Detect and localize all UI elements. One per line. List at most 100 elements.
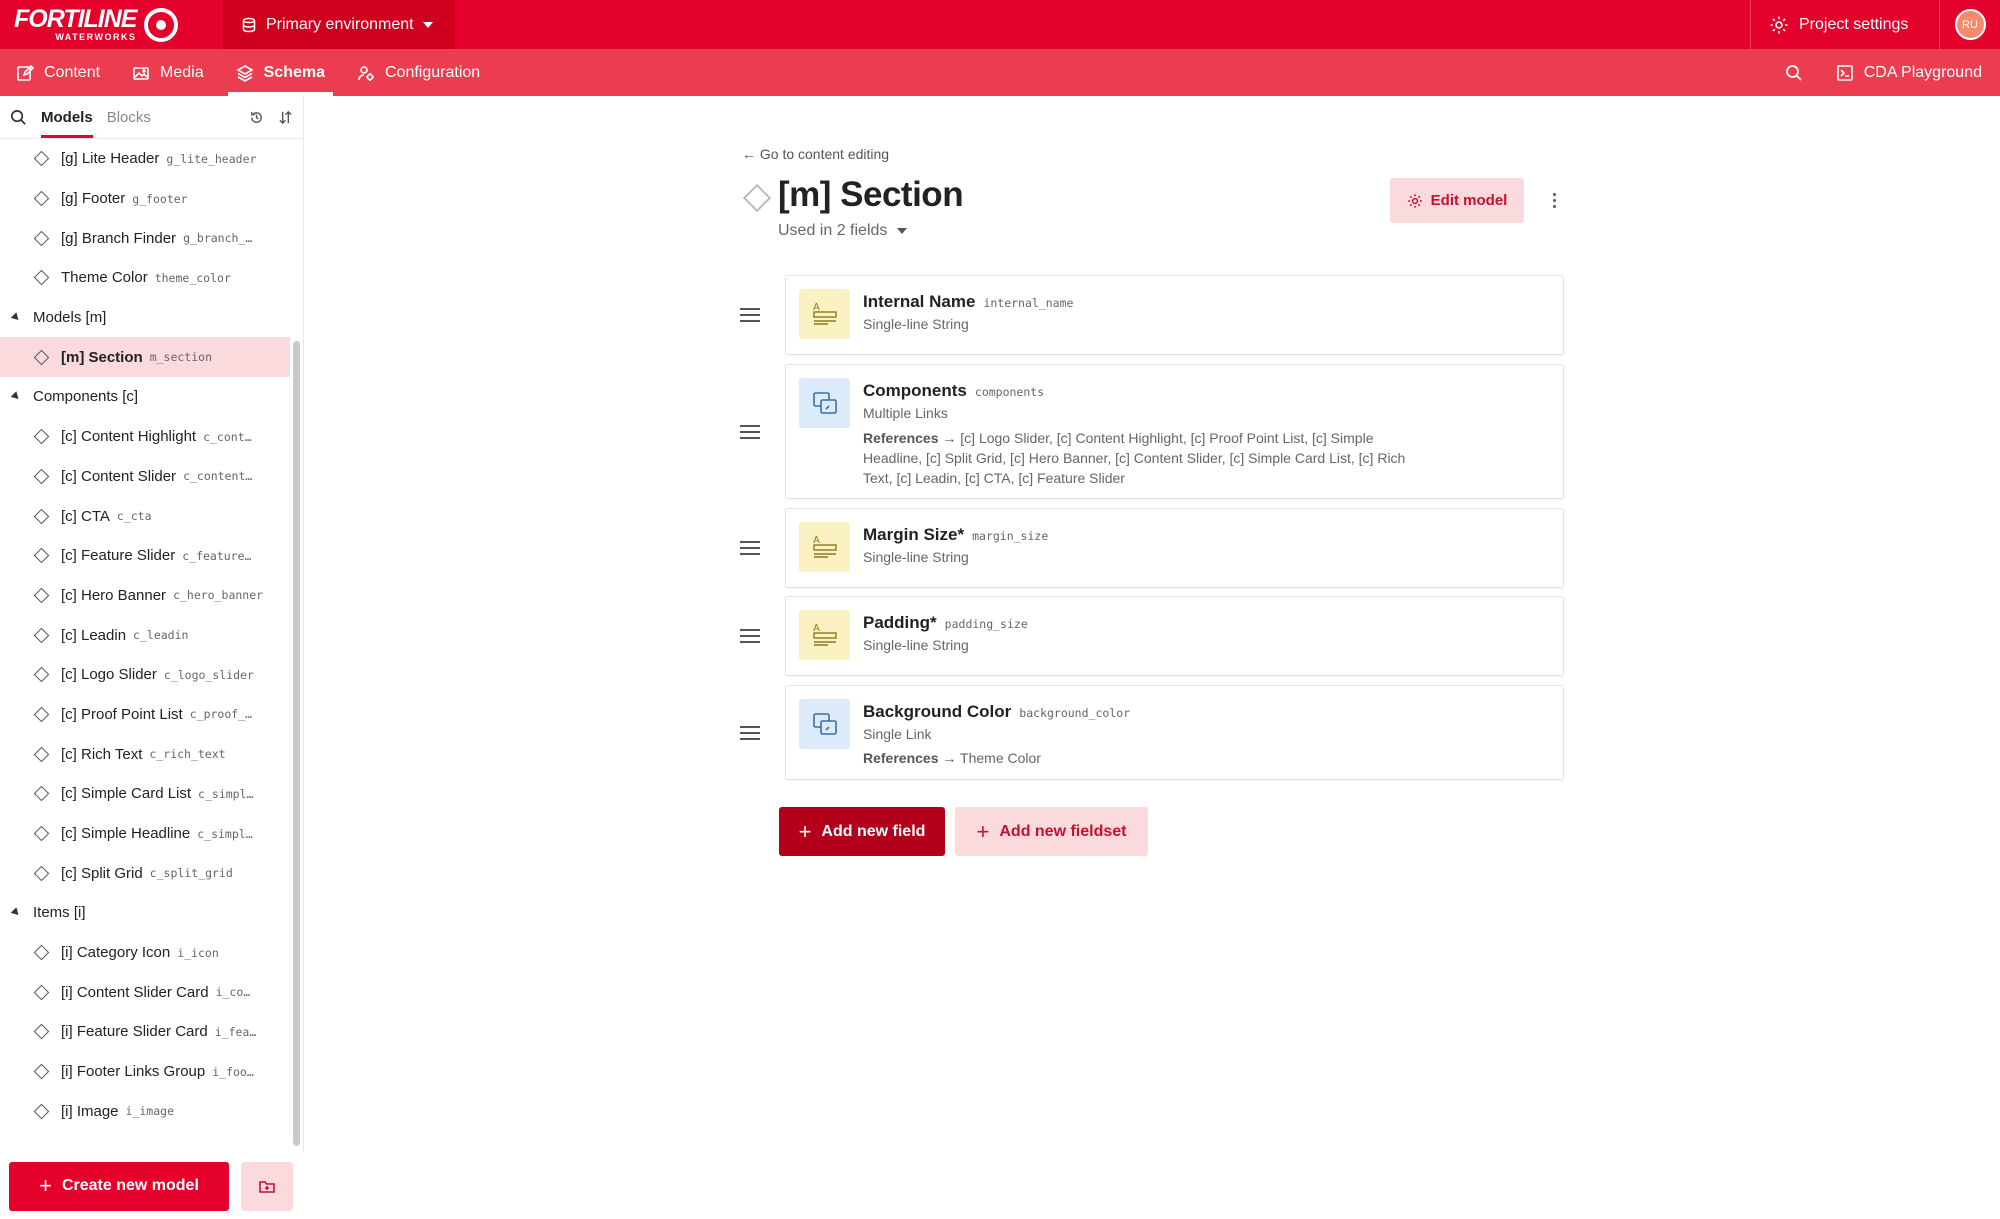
model-diamond-icon [33, 190, 50, 207]
model-diamond-icon [33, 349, 50, 366]
edit-model-button[interactable]: Edit model [1390, 178, 1524, 223]
field-card[interactable]: Components components Multiple Links Refere… [785, 364, 1564, 499]
project-settings-label: Project settings [1799, 15, 1909, 33]
tab-models[interactable]: Models [41, 97, 93, 138]
tree-group[interactable]: Models [m] [0, 298, 290, 338]
collapse-triangle-icon [10, 312, 22, 323]
sidebar-item-model[interactable]: [c] Split Grid c_split_grid [0, 853, 290, 893]
tree-group[interactable]: Items [i] [0, 893, 290, 933]
field-card[interactable]: A Padding* padding_size Single-line String [785, 596, 1564, 676]
field-card[interactable]: Background Color background_color Single L… [785, 685, 1564, 780]
sidebar-item-model[interactable]: [g] Footer g_footer [0, 179, 290, 219]
field-type: Single-line String [863, 549, 969, 565]
model-tree: [g] Lite Header g_lite_header [g] Footer g_… [0, 139, 290, 1159]
drag-handle-icon[interactable] [740, 725, 760, 740]
search-icon [1785, 64, 1802, 81]
tree-item-api-key: c_feature… [182, 548, 252, 563]
tab-content[interactable]: Content [0, 49, 116, 96]
edit-icon [17, 64, 34, 81]
model-diamond-icon [33, 1024, 50, 1040]
sidebar-item-model[interactable]: [c] Simple Headline c_simpl… [0, 814, 290, 854]
link-field-icon [799, 378, 850, 428]
sidebar-item-model[interactable]: [c] Proof Point List c_proof_… [0, 695, 290, 735]
tree-group[interactable]: Components [c] [0, 377, 290, 417]
field-api-key: margin_size [972, 529, 1049, 543]
sidebar-item-model[interactable]: [i] Content Slider Card i_co… [0, 972, 290, 1012]
sidebar-item-model[interactable]: [c] Logo Slider c_logo_slider [0, 655, 290, 695]
model-diamond-icon [33, 984, 50, 1001]
tree-item-label: [g] Footer [61, 190, 126, 208]
sidebar-item-model[interactable]: [i] Category Icon i_icon [0, 933, 290, 973]
sidebar-item-model[interactable]: [i] Footer Links Group i_foo… [0, 1052, 290, 1092]
history-button[interactable] [249, 110, 264, 125]
field-references: References → Theme Color [863, 748, 1413, 768]
field-type: Single-line String [863, 637, 969, 653]
image-icon [133, 66, 149, 80]
project-settings-button[interactable]: Project settings [1750, 0, 1940, 49]
playground-icon [1836, 64, 1853, 81]
sidebar-item-model[interactable]: [c] Rich Text c_rich_text [0, 734, 290, 774]
sidebar-item-model[interactable]: [c] Content Slider c_content… [0, 457, 290, 497]
global-search-button[interactable] [1766, 64, 1822, 82]
tree-item-api-key: m_section [149, 350, 212, 365]
used-in-dropdown[interactable]: Used in 2 fields [778, 222, 908, 240]
sidebar-item-model[interactable]: [g] Branch Finder g_branch_… [0, 218, 290, 258]
sidebar-item-model[interactable]: [m] Section m_section [0, 337, 290, 378]
drag-handle-icon[interactable] [740, 541, 760, 555]
field-card[interactable]: A Margin Size* margin_size Single-line Stri… [785, 508, 1564, 588]
field-type: Single Link [863, 726, 932, 742]
field-card[interactable]: A Internal Name internal_name Single-line S… [785, 275, 1564, 355]
new-folder-button[interactable] [241, 1161, 293, 1211]
sidebar-item-model[interactable]: [c] Content Highlight c_cont… [0, 417, 290, 457]
logo-subtitle: WATERWORKS [55, 32, 137, 42]
drag-handle-icon[interactable] [740, 308, 760, 322]
tree-item-api-key: c_cta [116, 509, 152, 524]
model-diamond-icon [33, 667, 50, 683]
sidebar-item-model[interactable]: [c] CTA c_cta [0, 496, 290, 536]
config-icon [358, 65, 374, 81]
model-diamond-icon [33, 508, 50, 524]
tab-media[interactable]: Media [116, 49, 220, 96]
model-diamond-icon [33, 825, 50, 842]
sidebar-item-model[interactable]: [c] Simple Card List c_simpl… [0, 774, 290, 814]
main-nav: Content Media Schema Configuration CDA P… [0, 49, 2000, 96]
sidebar-item-model[interactable]: [c] Hero Banner c_hero_banner [0, 576, 290, 616]
add-field-button[interactable]: + Add new field [779, 807, 945, 856]
sort-button[interactable] [278, 110, 293, 125]
tab-configuration[interactable]: Configuration [341, 49, 496, 96]
sidebar-scrollbar[interactable] [293, 341, 300, 1146]
layers-icon [236, 64, 254, 82]
cda-playground-button[interactable]: CDA Playground [1822, 64, 2000, 82]
drag-handle-icon[interactable] [740, 424, 760, 439]
sidebar-item-model[interactable]: [i] Image i_image [0, 1092, 290, 1132]
sidebar-item-model[interactable]: [g] Lite Header g_lite_header [0, 139, 290, 179]
field-type: Multiple Links [863, 405, 948, 421]
sidebar-item-model[interactable]: [c] Leadin c_leadin [0, 615, 290, 655]
tree-item-api-key: c_split_grid [149, 866, 233, 881]
environment-switcher[interactable]: Primary environment [223, 0, 455, 49]
model-diamond-icon [33, 230, 50, 246]
sidebar-search-button[interactable] [10, 109, 27, 126]
tree-item-label: [c] Logo Slider [61, 666, 157, 684]
sidebar-item-model[interactable]: Theme Color theme_color [0, 258, 290, 298]
models-sidebar: Models Blocks [g] Lite Header g_lite_head… [0, 96, 304, 1219]
back-to-content-link[interactable]: ← Go to content editing [742, 146, 889, 162]
user-avatar[interactable]: RU [1954, 9, 1986, 40]
add-fieldset-button[interactable]: + Add new fieldset [955, 807, 1148, 856]
tab-schema[interactable]: Schema [220, 49, 341, 96]
folder-add-icon [259, 1181, 275, 1193]
create-model-button[interactable]: + Create new model [9, 1161, 229, 1211]
tab-blocks[interactable]: Blocks [107, 97, 151, 138]
model-diamond-icon [33, 547, 50, 564]
database-icon [242, 17, 256, 32]
tree-item-api-key: c_content… [183, 469, 253, 484]
tree-item-label: [m] Section [61, 348, 143, 366]
sidebar-item-model[interactable]: [i] Feature Slider Card i_fea… [0, 1012, 290, 1052]
drag-handle-icon[interactable] [740, 629, 760, 643]
model-editor: ← Go to content editing [m] Section Used… [304, 96, 2000, 1219]
more-options-icon[interactable] [1544, 188, 1564, 212]
field-row: Components components Multiple Links Refere… [740, 364, 1564, 499]
gear-icon [1770, 16, 1788, 33]
brand-logo[interactable]: FORTILINE WATERWORKS [0, 0, 223, 49]
sidebar-item-model[interactable]: [c] Feature Slider c_feature… [0, 536, 290, 576]
